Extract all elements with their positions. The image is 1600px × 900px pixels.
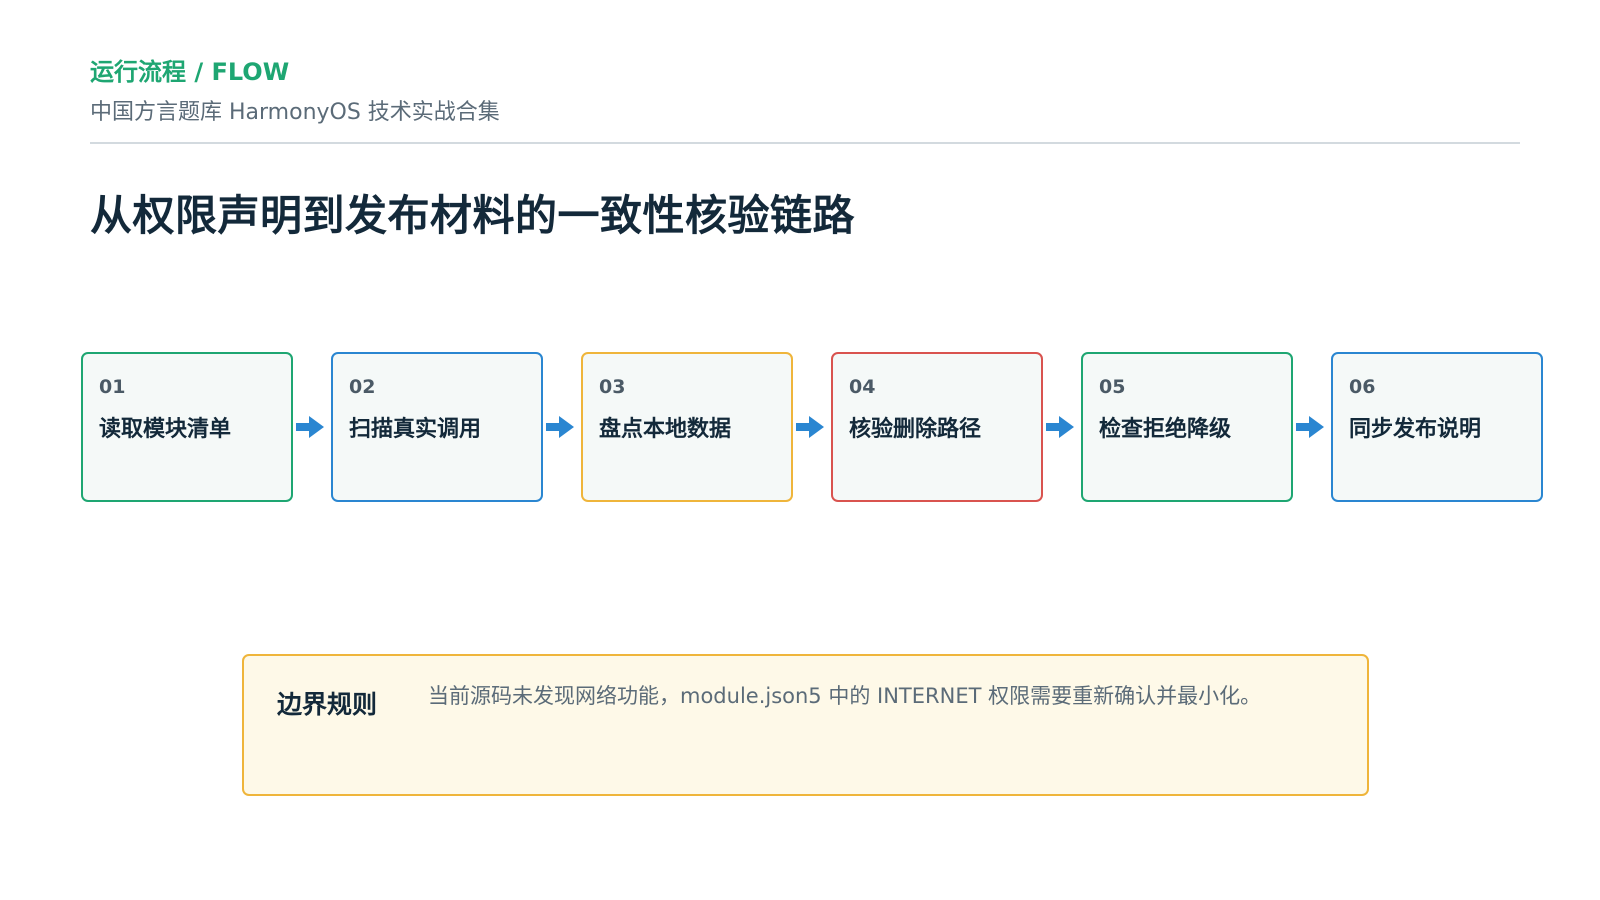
slide: 运行流程 / FLOW 中国方言题库 HarmonyOS 技术实战合集 从权限声…	[0, 0, 1600, 900]
step-label: 检查拒绝降级	[1099, 417, 1232, 442]
flow-arrow-1	[296, 416, 324, 438]
step-number: 06	[1349, 376, 1376, 398]
page-title: 从权限声明到发布材料的一致性核验链路	[90, 191, 856, 240]
flow-step-6: 06 同步发布说明	[1331, 352, 1543, 502]
flow-arrow-5	[1296, 416, 1324, 438]
step-number: 01	[99, 376, 126, 398]
flow-step-5: 05 检查拒绝降级	[1081, 352, 1293, 502]
boundary-rule-callout: 边界规则 当前源码未发现网络功能，module.json5 中的 INTERNE…	[242, 654, 1369, 796]
step-number: 04	[849, 376, 876, 398]
step-label: 同步发布说明	[1349, 417, 1482, 442]
flow-step-1: 01 读取模块清单	[81, 352, 293, 502]
step-label: 盘点本地数据	[599, 417, 732, 442]
step-label: 扫描真实调用	[349, 417, 482, 442]
flow-arrow-3	[796, 416, 824, 438]
step-label: 读取模块清单	[99, 417, 232, 442]
step-number: 02	[349, 376, 376, 398]
callout-text: 当前源码未发现网络功能，module.json5 中的 INTERNET 权限需…	[428, 684, 1262, 708]
flow-diagram: 01 读取模块清单 02 扫描真实调用 03 盘点本地数据 04 核验删除路径	[0, 352, 1600, 504]
flow-step-2: 02 扫描真实调用	[331, 352, 543, 502]
section-kicker: 运行流程 / FLOW	[90, 58, 290, 86]
flow-step-4: 04 核验删除路径	[831, 352, 1043, 502]
header-divider	[90, 142, 1520, 144]
step-number: 03	[599, 376, 626, 398]
callout-label: 边界规则	[277, 690, 378, 719]
series-subtitle: 中国方言题库 HarmonyOS 技术实战合集	[90, 100, 500, 125]
step-number: 05	[1099, 376, 1126, 398]
flow-arrow-4	[1046, 416, 1074, 438]
step-label: 核验删除路径	[849, 417, 982, 442]
flow-arrow-2	[546, 416, 574, 438]
flow-step-3: 03 盘点本地数据	[581, 352, 793, 502]
